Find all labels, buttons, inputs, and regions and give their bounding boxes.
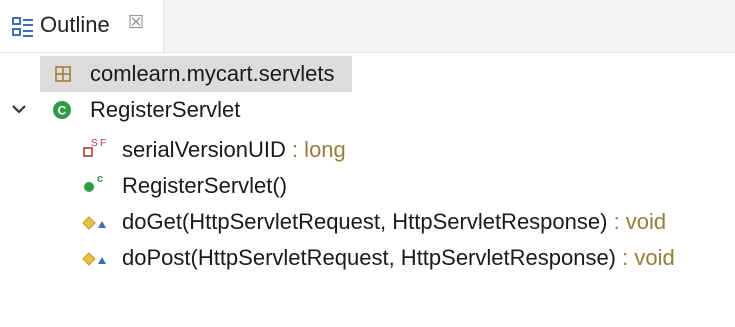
- svg-text:C: C: [58, 104, 67, 118]
- class-icon: C: [53, 101, 71, 119]
- tree-item-method[interactable]: doGet(HttpServletRequest, HttpServletRes…: [80, 204, 720, 240]
- tree-item-package[interactable]: comlearn.mycart.servlets: [40, 56, 352, 92]
- class-label: RegisterServlet: [90, 97, 241, 122]
- member-label: doPost(HttpServletRequest, HttpServletRe…: [122, 245, 675, 270]
- package-label: comlearn.mycart.servlets: [90, 61, 335, 86]
- protected-overridden-method-icon: [82, 216, 106, 230]
- tab-label: Outline: [40, 12, 110, 37]
- outline-tree: comlearn.mycart.servlets C RegisterServl…: [0, 52, 735, 327]
- view-tab-bar: Outline ☒: [0, 0, 735, 53]
- tab-outline[interactable]: Outline ☒: [0, 0, 164, 52]
- tree-item-field[interactable]: S F serialVersionUID : long: [80, 132, 380, 168]
- member-label: doGet(HttpServletRequest, HttpServletRes…: [122, 209, 667, 234]
- private-static-final-field-icon: S F: [83, 138, 106, 157]
- svg-text:F: F: [100, 138, 106, 149]
- tree-item-class[interactable]: C RegisterServlet: [40, 92, 340, 128]
- public-constructor-icon: c: [84, 173, 103, 192]
- member-label: RegisterServlet(): [122, 173, 288, 198]
- package-icon: [55, 66, 71, 82]
- tree-item-method[interactable]: doPost(HttpServletRequest, HttpServletRe…: [80, 240, 720, 276]
- close-icon[interactable]: ☒: [128, 12, 144, 33]
- svg-text:S: S: [91, 138, 98, 149]
- outline-view-icon: [12, 17, 33, 37]
- tree-item-constructor[interactable]: c RegisterServlet(): [80, 168, 380, 204]
- protected-overridden-method-icon: [82, 252, 106, 266]
- svg-text:c: c: [97, 173, 103, 185]
- chevron-down-icon[interactable]: [10, 100, 28, 118]
- member-label: serialVersionUID : long: [122, 137, 346, 162]
